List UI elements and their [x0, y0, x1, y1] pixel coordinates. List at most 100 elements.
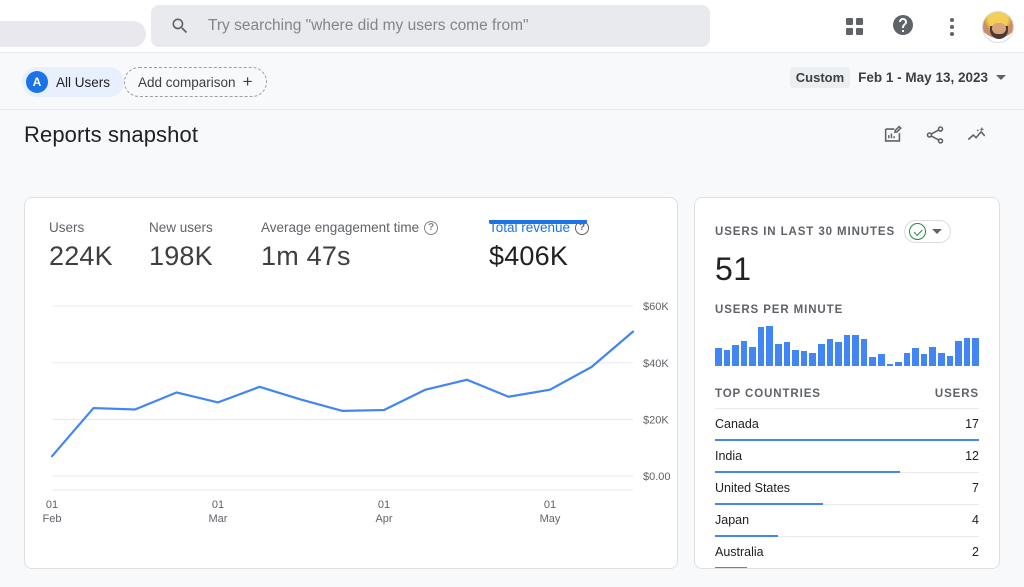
check-circle-icon — [909, 223, 927, 240]
svg-text:May: May — [540, 513, 561, 525]
date-range-label: Feb 1 - May 13, 2023 — [858, 70, 988, 85]
date-preset-label: Custom — [789, 67, 851, 88]
segment-bar: A All Users Add comparison + Custom Feb … — [0, 53, 1024, 110]
top-country-name: India — [715, 449, 743, 463]
metric-tab-new-users[interactable]: New users 198K — [149, 220, 261, 272]
apps-grid-icon — [845, 18, 863, 35]
users-per-minute-bar — [792, 350, 799, 366]
users-per-minute-bar — [963, 338, 971, 366]
more-vert-icon — [950, 17, 954, 36]
top-bar-actions — [835, 0, 1014, 53]
top-country-bar — [715, 567, 747, 568]
users-per-minute-bar — [809, 353, 816, 366]
users-per-minute-bar — [723, 350, 731, 366]
top-country-row[interactable]: United States 7 — [715, 473, 979, 505]
date-range-picker[interactable]: Custom Feb 1 - May 13, 2023 — [789, 67, 1006, 88]
users-per-minute-bar — [886, 364, 894, 366]
add-comparison-label: Add comparison — [138, 74, 236, 90]
help-icon — [891, 13, 915, 40]
svg-text:01: 01 — [46, 499, 58, 511]
add-comparison-button[interactable]: Add comparison + — [124, 67, 267, 97]
metric-value: 1m 47s — [261, 241, 351, 271]
metric-tab-avg-engagement-time[interactable]: Average engagement time ? 1m 47s — [261, 220, 489, 272]
metric-value: 224K — [49, 241, 113, 271]
users-per-minute-bar — [800, 351, 808, 366]
top-country-row[interactable]: Japan 4 — [715, 505, 979, 537]
svg-text:01: 01 — [212, 499, 224, 511]
top-country-row[interactable]: Australia 2 — [715, 537, 979, 568]
chevron-down-icon — [996, 75, 1006, 80]
help-icon[interactable]: ? — [424, 220, 439, 235]
svg-text:$60K: $60K — [643, 301, 669, 313]
svg-text:01: 01 — [544, 499, 556, 511]
users-per-minute-bar — [775, 344, 782, 366]
segment-chip-all-users[interactable]: A All Users — [22, 67, 125, 97]
metric-value: $406K — [489, 241, 569, 271]
account-picker-field[interactable] — [0, 21, 146, 47]
apps-grid-button[interactable] — [835, 8, 873, 46]
more-options-button[interactable] — [933, 8, 971, 46]
line-chart-svg: $0.00 $20K $40K $60K 01 Feb 01 Mar 01 Apr 01 May — [43, 301, 671, 525]
top-country-users: 4 — [972, 513, 979, 527]
top-bar: Account — [0, 0, 1024, 53]
search-bar[interactable] — [151, 5, 710, 47]
metric-label: New users — [149, 220, 213, 235]
overview-card: Users 224K New users 198K Average engage… — [24, 197, 678, 569]
top-country-row[interactable]: India 12 — [715, 441, 979, 473]
top-country-users: 2 — [972, 545, 979, 559]
insights-icon[interactable] — [966, 124, 988, 146]
metric-label: Average engagement time — [261, 220, 420, 235]
metric-tab-users[interactable]: Users 224K — [49, 220, 149, 272]
revenue-line-chart[interactable]: $0.00 $20K $40K $60K 01 Feb 01 Mar 01 Apr 01 May — [25, 284, 677, 539]
top-country-name: United States — [715, 481, 791, 495]
users-per-minute-bar — [852, 335, 859, 366]
help-button[interactable] — [884, 8, 922, 46]
avatar[interactable] — [982, 10, 1014, 43]
top-country-name: Australia — [715, 545, 764, 559]
realtime-header: USERS IN LAST 30 MINUTES — [715, 220, 979, 243]
top-country-name: Canada — [715, 417, 759, 431]
users-per-minute-bar — [972, 338, 979, 366]
top-country-users: 12 — [965, 449, 979, 463]
metric-label: Users — [49, 220, 85, 235]
search-input[interactable] — [208, 17, 668, 35]
account-picker-label: Account — [0, 4, 146, 18]
metric-tab-total-revenue[interactable]: Total revenue ? $406K — [489, 220, 639, 272]
share-icon[interactable] — [924, 124, 946, 146]
top-country-row[interactable]: Canada 17 — [715, 409, 979, 441]
users-per-minute-bar — [903, 353, 911, 366]
customize-report-icon[interactable] — [882, 124, 904, 146]
users-per-minute-bar — [929, 347, 937, 366]
top-country-users: 7 — [972, 481, 979, 495]
users-per-minute-bar — [740, 341, 748, 366]
users-per-minute-bar — [869, 357, 876, 366]
svg-text:01: 01 — [378, 499, 390, 511]
users-per-minute-bar — [955, 341, 962, 366]
users-per-minute-bar — [938, 353, 945, 366]
top-countries-list: Canada 17 India 12 United States 7 Japan 4 Austr… — [715, 409, 979, 568]
users-per-minute-bar — [783, 342, 791, 366]
users-per-minute-bar — [860, 339, 868, 366]
realtime-status-badge[interactable] — [904, 220, 952, 243]
top-countries-header: TOP COUNTRIES USERS — [715, 388, 979, 409]
top-country-name: Japan — [715, 513, 750, 527]
svg-text:Apr: Apr — [375, 513, 392, 525]
account-picker[interactable]: Account — [0, 4, 146, 47]
users-per-minute-bar — [766, 326, 774, 366]
svg-text:$20K: $20K — [643, 414, 669, 426]
segment-chip-label: All Users — [56, 74, 111, 90]
users-per-minute-bar — [757, 327, 765, 366]
top-country-users: 17 — [965, 417, 979, 431]
svg-text:$40K: $40K — [643, 358, 669, 370]
segment-chip-initial: A — [26, 71, 48, 93]
users-per-minute-bar — [835, 342, 842, 366]
users-per-minute-bar-chart[interactable] — [715, 326, 979, 366]
metric-tabs: Users 224K New users 198K Average engage… — [25, 198, 677, 272]
plus-icon: + — [242, 72, 253, 91]
users-per-minute-bar — [732, 345, 739, 366]
top-countries-header-users: USERS — [934, 388, 979, 400]
page-actions — [882, 124, 988, 146]
chevron-down-icon — [932, 229, 943, 234]
users-per-minute-bar — [843, 335, 851, 366]
avatar-face — [992, 22, 1006, 34]
